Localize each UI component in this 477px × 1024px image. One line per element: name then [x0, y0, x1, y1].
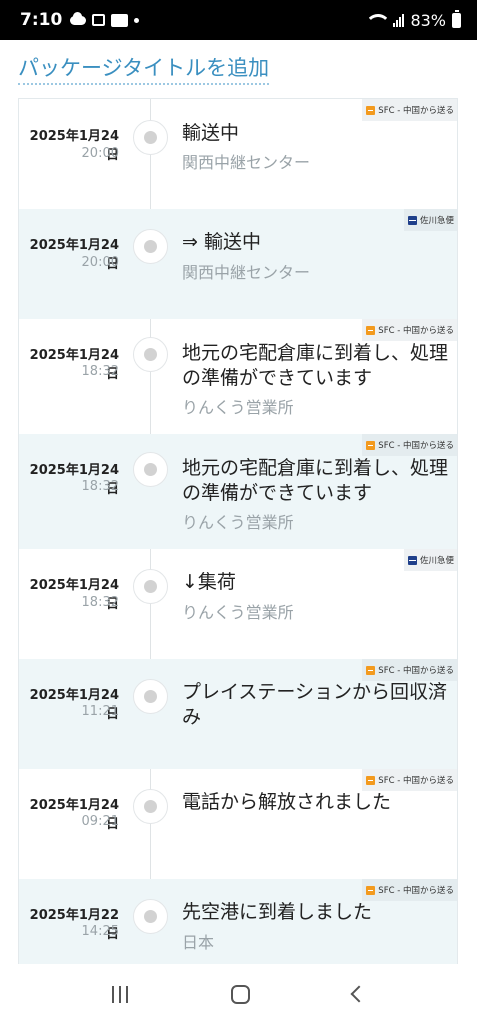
timeline-node: [133, 337, 168, 372]
timeline-event: 佐川急便 2025年1月24日 20:00 ⇒ 輸送中 関西中継センター: [19, 209, 457, 319]
system-nav-bar: [0, 964, 477, 1024]
event-location: りんくう営業所: [182, 603, 294, 622]
back-button[interactable]: [350, 985, 368, 1003]
timeline-node: [133, 229, 168, 264]
carrier-name: SFC - 中国から送る: [378, 776, 454, 786]
event-title: ↓集荷: [182, 571, 236, 593]
event-time: 20:00: [81, 255, 119, 270]
carrier-badge: SFC - 中国から送る: [362, 319, 457, 341]
event-location: りんくう営業所: [182, 513, 294, 532]
news-icon: [92, 14, 106, 26]
carrier-name: SFC - 中国から送る: [378, 666, 454, 676]
carrier-name: SFC - 中国から送る: [378, 441, 454, 451]
more-notifications-icon: [134, 17, 140, 23]
sfc-icon: [366, 885, 376, 895]
wifi-icon: [369, 13, 388, 27]
event-title: 先空港に到着しました: [182, 901, 373, 923]
event-location: 関西中継センター: [182, 153, 311, 172]
event-time: 18:32: [81, 479, 119, 494]
timeline-event: SFC - 中国から送る 2025年1月24日 11:21 プレイステーションか…: [19, 659, 457, 769]
timeline-node: [133, 452, 168, 487]
event-time: 18:32: [81, 364, 119, 379]
sagawa-icon: [407, 555, 417, 565]
system-icons: 83%: [369, 9, 461, 30]
sagawa-icon: [407, 215, 417, 225]
weathernews-icon: [111, 13, 129, 27]
timeline-node: [133, 899, 168, 934]
event-title: 地元の宅配倉庫に到着し、処理の準備ができています: [182, 342, 449, 389]
event-time: 18:32: [81, 595, 119, 610]
timeline-event: SFC - 中国から送る 2025年1月22日 14:25 先空港に到着しました…: [19, 879, 457, 964]
timeline-event: SFC - 中国から送る 2025年1月24日 18:32 地元の宅配倉庫に到着…: [19, 434, 457, 549]
timeline-node: [133, 120, 168, 155]
sfc-icon: [366, 775, 376, 785]
carrier-name: 佐川急便: [419, 216, 454, 226]
carrier-badge: SFC - 中国から送る: [362, 659, 457, 681]
sfc-icon: [366, 325, 376, 335]
carrier-badge: SFC - 中国から送る: [362, 99, 457, 121]
carrier-name: SFC - 中国から送る: [378, 326, 454, 336]
status-time: 7:10: [20, 10, 63, 30]
recent-apps-button[interactable]: [111, 985, 128, 1003]
status-bar: 7:10 83%: [0, 0, 477, 40]
notification-icons: [70, 11, 140, 27]
battery-percent: 83%: [410, 10, 446, 30]
timeline-node: [133, 789, 168, 824]
carrier-name: SFC - 中国から送る: [378, 106, 454, 116]
sfc-icon: [366, 440, 376, 450]
event-time: 11:21: [81, 704, 119, 719]
event-location: 日本: [182, 933, 215, 952]
timeline-event: 佐川急便 2025年1月24日 18:32 ↓集荷 りんくう営業所: [19, 549, 457, 659]
battery-icon: [452, 9, 461, 28]
event-title: 電話から解放されました: [182, 791, 392, 813]
sfc-icon: [366, 105, 376, 115]
tracking-timeline: SFC - 中国から送る 2025年1月24日 20:00 輸送中 関西中継セン…: [18, 98, 458, 964]
timeline-event: SFC - 中国から送る 2025年1月24日 20:00 輸送中 関西中継セン…: [19, 99, 457, 209]
event-title: ⇒ 輸送中: [182, 231, 261, 253]
event-time: 20:00: [81, 146, 119, 161]
timeline-event: SFC - 中国から送る 2025年1月24日 18:32 地元の宅配倉庫に到着…: [19, 319, 457, 434]
carrier-badge: SFC - 中国から送る: [362, 769, 457, 791]
home-button[interactable]: [230, 984, 250, 1004]
event-title: プレイステーションから回収済み: [182, 681, 448, 728]
event-location: りんくう営業所: [182, 398, 294, 417]
signal-icon: [393, 13, 405, 27]
carrier-name: 佐川急便: [419, 556, 454, 566]
timeline-node: [133, 569, 168, 604]
event-location: 関西中継センター: [182, 263, 311, 282]
event-time: 14:25: [81, 924, 119, 939]
event-title: 輸送中: [182, 122, 240, 144]
event-time: 09:21: [81, 814, 119, 829]
add-package-title-link[interactable]: パッケージタイトルを追加: [18, 55, 270, 85]
timeline-event: SFC - 中国から送る 2025年1月24日 09:21 電話から解放されまし…: [19, 769, 457, 879]
timeline-node: [133, 679, 168, 714]
carrier-badge: 佐川急便: [403, 209, 457, 231]
carrier-name: SFC - 中国から送る: [378, 886, 454, 896]
carrier-badge: 佐川急便: [403, 549, 457, 571]
carrier-badge: SFC - 中国から送る: [362, 879, 457, 901]
carrier-badge: SFC - 中国から送る: [362, 434, 457, 456]
sfc-icon: [366, 665, 376, 675]
cloud-icon: [70, 11, 87, 25]
event-title: 地元の宅配倉庫に到着し、処理の準備ができています: [182, 457, 449, 504]
